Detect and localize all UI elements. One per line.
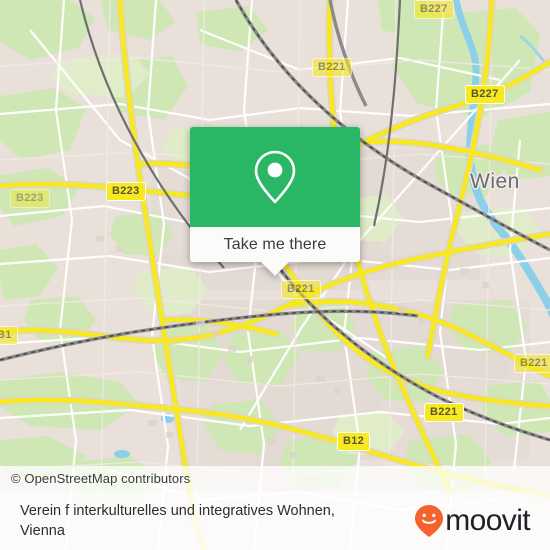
road-shield-b227-0: B227 (414, 0, 454, 19)
map-screenshot: B227 B221 B227 B223 B223 B221 B1 B221 B221 B12 Wi… (0, 0, 550, 550)
place-title: Verein f interkulturelles und integrativ… (20, 502, 335, 539)
road-shield-b221-7: B221 (514, 354, 550, 373)
moovit-smiley-pin-icon (415, 504, 444, 537)
road-shield-b221-8: B221 (424, 403, 464, 422)
take-me-there-callout[interactable]: Take me there (190, 127, 360, 276)
road-shield-b221-1: B221 (312, 58, 352, 77)
map-attribution-bar: © OpenStreetMap contributors (0, 466, 550, 491)
attribution-text[interactable]: © OpenStreetMap contributors (0, 471, 190, 486)
moovit-brand-logo[interactable]: moovit (414, 504, 550, 538)
callout-pointer (261, 262, 289, 276)
road-shield-b223-3: B223 (10, 189, 50, 208)
road-shield-b221-5: B221 (281, 280, 321, 299)
callout-action-bar[interactable]: Take me there (190, 227, 360, 262)
callout-action-label: Take me there (223, 235, 327, 253)
map-pin-icon (254, 150, 296, 204)
callout-header (190, 127, 360, 227)
road-shield-b12-9: B12 (337, 432, 371, 451)
city-label-wien: Wien (470, 170, 520, 193)
moovit-wordmark: moovit (445, 503, 530, 537)
footer-bar: Verein f interkulturelles und integrativ… (0, 491, 550, 550)
road-shield-b227-2: B227 (465, 85, 505, 104)
road-shield-b223-4: B223 (106, 182, 146, 201)
road-shield-b1-6: B1 (0, 326, 18, 345)
